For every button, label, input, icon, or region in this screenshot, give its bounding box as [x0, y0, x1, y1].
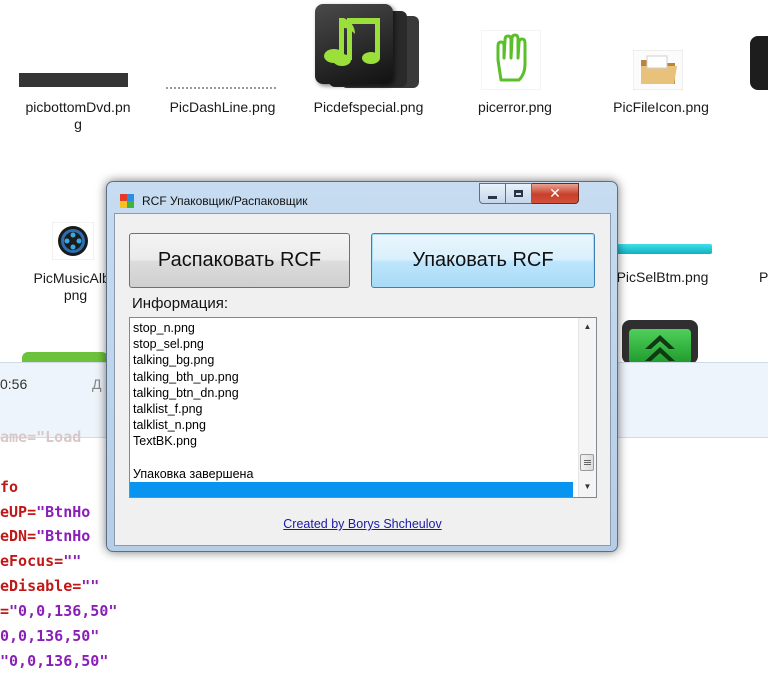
maximize-icon: [514, 190, 523, 197]
file-label-picerror[interactable]: picerror.png: [455, 99, 575, 116]
timestamp: 0:56: [0, 376, 28, 392]
file-label-picfileicon[interactable]: PicFileIcon.png: [596, 99, 726, 116]
list-item[interactable]: stop_n.png: [133, 320, 573, 336]
credits-link[interactable]: Created by Borys Shcheulov: [115, 517, 610, 531]
info-listbox[interactable]: stop_n.png stop_sel.png talking_bg.png talk…: [129, 317, 597, 498]
column-letter: Д: [92, 376, 102, 392]
close-icon: ✕: [549, 185, 561, 201]
list-item[interactable]: talklist_f.png: [133, 401, 573, 417]
scroll-up-arrow-icon[interactable]: ▲: [579, 318, 596, 335]
file-label-picdashline[interactable]: PicDashLine.png: [150, 99, 295, 116]
code-line: ame="Load: [0, 428, 82, 446]
picselbtm-thumbnail[interactable]: [606, 244, 712, 254]
folder-icon[interactable]: [632, 49, 684, 91]
scroll-down-arrow-icon[interactable]: ▼: [579, 478, 596, 495]
list-item[interactable]: stop_sel.png: [133, 336, 573, 352]
code-line: ="0,0,136,50": [0, 602, 118, 620]
minimize-icon: [488, 196, 497, 199]
music-notes-icon[interactable]: [313, 4, 421, 88]
list-item[interactable]: [133, 450, 573, 466]
music-album-icon[interactable]: [51, 221, 95, 261]
window-title: RCF Упаковщик/Распаковщик: [142, 194, 308, 208]
app-icon: [120, 194, 134, 208]
list-item[interactable]: talking_btn_dn.png: [133, 385, 573, 401]
caption-buttons: ✕: [479, 183, 579, 204]
list-item[interactable]: talking_bg.png: [133, 352, 573, 368]
list-items: stop_n.png stop_sel.png talking_bg.png talk…: [130, 320, 573, 497]
list-item[interactable]: talking_bth_up.png: [133, 369, 573, 385]
code-line: eDisable="": [0, 577, 100, 595]
maximize-button[interactable]: [506, 183, 532, 204]
code-line: eFocus="": [0, 552, 82, 570]
file-label-picselbtm[interactable]: PicSelBtm.png: [610, 269, 715, 286]
pack-rcf-button[interactable]: Упаковать RCF: [371, 233, 595, 288]
dark-thumbnail[interactable]: [750, 36, 768, 90]
list-item[interactable]: [130, 481, 573, 497]
hand-stop-icon[interactable]: [480, 29, 542, 91]
minimize-button[interactable]: [479, 183, 506, 204]
info-label: Информация:: [132, 295, 229, 312]
vertical-scrollbar[interactable]: ▲ ▼: [578, 318, 596, 497]
list-item[interactable]: Упаковка завершена: [133, 466, 573, 482]
green-arrow-icon[interactable]: [622, 320, 698, 364]
window-client-area: Распаковать RCF Упаковать RCF Информация…: [114, 213, 611, 546]
list-item[interactable]: talklist_n.png: [133, 417, 573, 433]
unpack-rcf-button[interactable]: Распаковать RCF: [129, 233, 350, 288]
file-label-picbottomdvd[interactable]: picbottomDvd.pn g: [8, 99, 148, 133]
file-label-truncated[interactable]: P: [759, 269, 768, 286]
picbottomdvd-thumbnail[interactable]: [19, 73, 128, 87]
code-line: eDN="BtnHo: [0, 527, 91, 545]
code-line: fo: [0, 478, 19, 496]
list-item[interactable]: TextBK.png: [133, 433, 573, 449]
code-line: 0,0,136,50": [0, 627, 100, 645]
code-line: eUP="BtnHo: [0, 503, 91, 521]
rcf-packer-window: RCF Упаковщик/Распаковщик ✕ Распаковать …: [106, 181, 618, 552]
window-titlebar[interactable]: RCF Упаковщик/Распаковщик ✕: [107, 182, 617, 212]
code-line: "0,0,136,50": [0, 652, 109, 670]
scrollbar-thumb[interactable]: [580, 454, 594, 471]
picdashline-thumbnail[interactable]: [166, 87, 276, 89]
file-label-picdefspecial[interactable]: Picdefspecial.png: [296, 99, 441, 116]
close-button[interactable]: ✕: [532, 183, 579, 204]
